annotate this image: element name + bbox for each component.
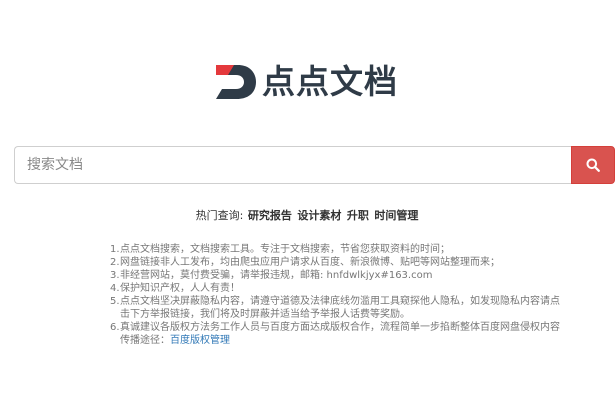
hot-searches-label: 热门查询: [195, 209, 244, 222]
list-text: 保护知识产权，人人有责！ [120, 283, 240, 294]
list-number: 1. [110, 244, 120, 255]
site-logo[interactable]: 点点文档 [214, 62, 398, 102]
list-text: 非经营网站，莫付费受骗，请举报违规，邮箱: hnfdwlkjyx#163.com [120, 270, 433, 281]
list-item: 4. 保护知识产权，人人有责！ [110, 282, 560, 295]
list-number: 4. [110, 283, 120, 294]
logo-d-icon [216, 65, 256, 99]
hot-searches: 热门查询: 研究报告 设计素材 升职 时间管理 [0, 207, 615, 223]
baidu-copyright-link[interactable]: 百度版权管理 [170, 335, 230, 346]
logo-text: 点点文档 [262, 62, 398, 101]
search-icon [586, 158, 600, 172]
search-button[interactable] [571, 146, 615, 184]
hot-link-promotion[interactable]: 升职 [347, 209, 369, 222]
list-text: 网盘链接非人工发布，均由爬虫应用户请求从百度、新浪微博、贴吧等网站整理而来； [120, 257, 500, 268]
list-number: 6. [110, 322, 120, 333]
notice-list: 1. 点点文档搜索，文档搜索工具。专注于文档搜索，节省您获取资料的时间； 2. … [110, 243, 560, 347]
list-item: 2. 网盘链接非人工发布，均由爬虫应用户请求从百度、新浪微博、贴吧等网站整理而来… [110, 256, 560, 269]
list-text: 点点文档坚决屏蔽隐私内容，请遵守道德及法律底线勿滥用工具窥探他人隐私，如发现隐私… [120, 296, 560, 320]
list-item: 3. 非经营网站，莫付费受骗，请举报违规，邮箱: hnfdwlkjyx#163.… [110, 269, 560, 282]
hot-link-time-management[interactable]: 时间管理 [374, 209, 418, 222]
search-bar [14, 146, 615, 184]
list-text: 点点文档搜索，文档搜索工具。专注于文档搜索，节省您获取资料的时间； [120, 244, 450, 255]
hot-link-design-material[interactable]: 设计素材 [297, 209, 341, 222]
list-number: 2. [110, 257, 120, 268]
list-item: 5. 点点文档坚决屏蔽隐私内容，请遵守道德及法律底线勿滥用工具窥探他人隐私，如发… [110, 295, 560, 321]
list-number: 5. [110, 296, 120, 307]
list-number: 3. [110, 270, 120, 281]
list-item: 6. 真诚建议各版权方法务工作人员与百度方面达成版权合作，流程简单一步掐断整体百… [110, 321, 560, 347]
search-input[interactable] [14, 146, 571, 184]
list-text: 真诚建议各版权方法务工作人员与百度方面达成版权合作，流程简单一步掐断整体百度网盘… [120, 321, 560, 347]
hot-link-research-report[interactable]: 研究报告 [248, 209, 292, 222]
list-item: 1. 点点文档搜索，文档搜索工具。专注于文档搜索，节省您获取资料的时间； [110, 243, 560, 256]
